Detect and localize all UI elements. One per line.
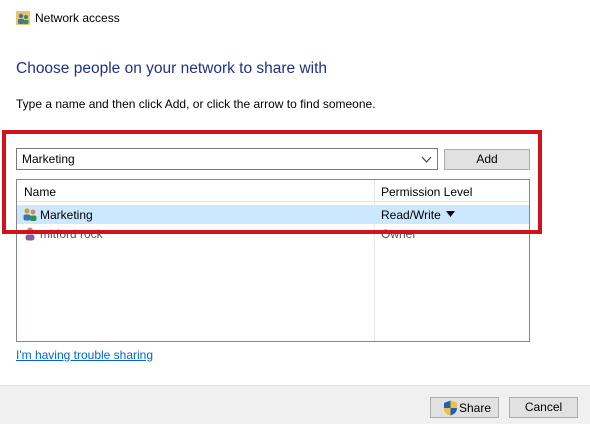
share-button-label[interactable]: Share — [459, 401, 491, 415]
dialog-footer: Share Cancel — [0, 385, 590, 424]
chevron-down-icon[interactable] — [421, 155, 432, 164]
list-row[interactable]: mitford rock Owner — [17, 224, 529, 243]
trouble-sharing-link[interactable]: I'm having trouble sharing — [16, 348, 153, 362]
title-bar: Network access — [0, 0, 590, 36]
permission-level-value[interactable]: Read/Write — [381, 208, 441, 222]
network-users-icon — [16, 11, 30, 25]
column-header-permission[interactable]: Permission Level — [381, 185, 472, 199]
share-list[interactable]: Name Permission Level Marketing Read/Wri… — [16, 179, 530, 342]
list-row-name: mitford rock — [40, 227, 103, 241]
instruction-text: Type a name and then click Add, or click… — [16, 97, 376, 111]
page-heading: Choose people on your network to share w… — [16, 60, 328, 77]
uac-shield-icon — [444, 400, 457, 416]
cancel-button[interactable]: Cancel — [509, 397, 578, 418]
list-row-name: Marketing — [40, 208, 93, 222]
group-users-icon — [23, 208, 37, 221]
permission-level-value: Owner — [381, 227, 417, 241]
column-header-name[interactable]: Name — [24, 185, 56, 199]
add-button[interactable]: Add — [444, 149, 530, 170]
dropdown-arrow-icon[interactable] — [446, 211, 455, 217]
window-title: Network access — [35, 11, 120, 25]
share-button[interactable]: Share — [430, 397, 499, 418]
name-combobox-value[interactable]: Marketing — [22, 152, 75, 166]
list-header: Name Permission Level — [17, 180, 529, 202]
user-icon — [25, 227, 35, 241]
name-combobox[interactable]: Marketing — [16, 148, 438, 170]
list-row[interactable]: Marketing Read/Write — [17, 205, 529, 224]
